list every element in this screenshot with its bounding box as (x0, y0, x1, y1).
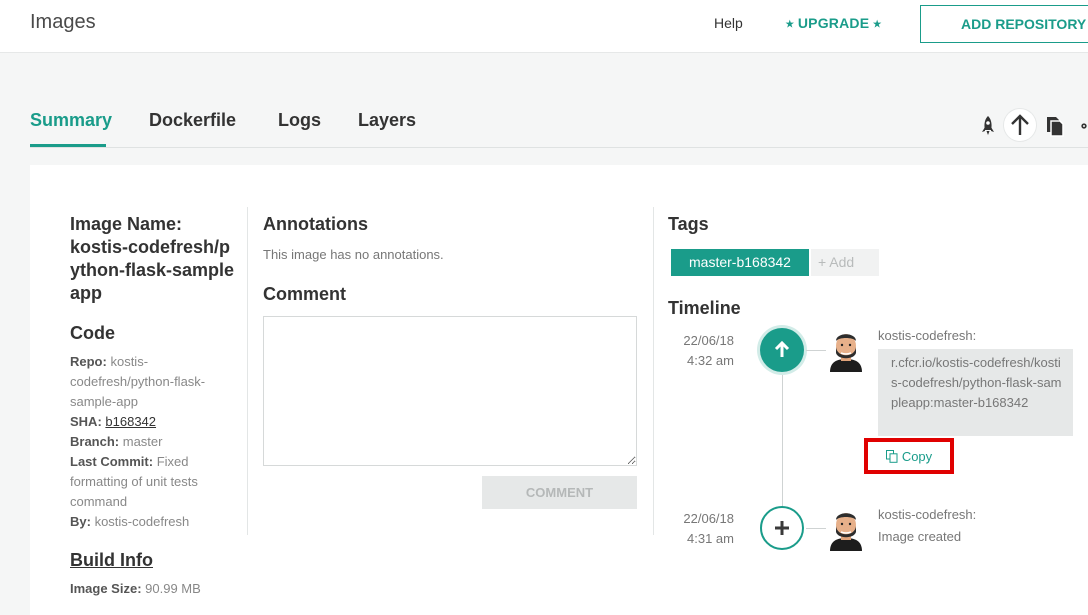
tab-dockerfile[interactable]: Dockerfile (149, 110, 236, 131)
timeline-line (782, 373, 783, 523)
event-user: kostis-codefresh: (878, 507, 977, 522)
code-heading: Code (70, 323, 115, 343)
event-time: 4:32 am (687, 353, 734, 368)
branch-field: Branch: master (70, 432, 238, 452)
image-path: r.cfcr.io/kostis-codefresh/kostis-codefr… (878, 349, 1073, 436)
add-tag-input[interactable]: + Add (811, 249, 879, 276)
plus-icon (760, 506, 804, 550)
copy-button-label: Copy (901, 448, 933, 464)
annotations-empty-text: This image has no annotations. (263, 247, 444, 262)
image-name-label: Image Name: (70, 214, 183, 234)
event-user: kostis-codefresh: (878, 328, 977, 343)
tab-summary[interactable]: Summary (30, 110, 112, 131)
sha-field: SHA: b168342 (70, 412, 238, 432)
tags-heading: Tags (668, 214, 709, 234)
user-avatar (827, 507, 865, 551)
help-link[interactable]: Help (714, 15, 743, 31)
image-size-field: Image Size: 90.99 MB (70, 579, 238, 599)
image-size-value: 90.99 MB (145, 581, 201, 596)
push-event-icon (760, 328, 804, 372)
build-info-heading[interactable]: Build Info (70, 550, 238, 571)
rocket-icon[interactable] (976, 114, 1000, 138)
timeline-connector (806, 350, 826, 351)
summary-card: Image Name: kostis-codefresh/python-flas… (30, 165, 1088, 615)
image-tabs: Summary Dockerfile Logs Layers (30, 96, 1088, 148)
image-name-value: kostis-codefresh/python-flask-sampleapp (70, 237, 235, 303)
event-time: 4:31 am (687, 531, 734, 546)
active-tab-indicator (30, 144, 106, 147)
comment-button[interactable]: COMMENT (482, 476, 637, 509)
last-commit-field: Last Commit: Fixed formatting of unit te… (70, 452, 238, 512)
top-bar: Images Help ⭑ UPGRADE ⭑ ADD REPOSITORY (0, 0, 1088, 53)
sha-link[interactable]: b168342 (105, 414, 156, 429)
by-label: By: (70, 514, 91, 529)
annotations-heading: Annotations (263, 214, 368, 234)
timeline-connector (806, 528, 826, 529)
repo-label: Repo: (70, 354, 107, 369)
event-date: 22/06/18 (683, 333, 734, 348)
repo-field: Repo: kostis-codefresh/python-flask-samp… (70, 352, 238, 412)
comment-textarea[interactable] (263, 316, 637, 466)
timeline-date: 22/06/18 4:31 am (666, 509, 734, 549)
tag-chip[interactable]: master-b168342 (671, 249, 809, 276)
arrow-up-icon[interactable] (1004, 109, 1036, 141)
last-commit-label: Last Commit: (70, 454, 154, 469)
comment-heading: Comment (263, 284, 347, 304)
image-size-label: Image Size: (70, 581, 142, 596)
copy-icon[interactable] (1043, 114, 1067, 138)
tab-logs[interactable]: Logs (278, 110, 321, 131)
user-avatar (827, 328, 865, 372)
copy-button[interactable]: Copy (864, 438, 954, 474)
upgrade-link[interactable]: ⭑ UPGRADE ⭑ (786, 15, 881, 32)
branch-value: master (122, 434, 163, 449)
image-name: Image Name: kostis-codefresh/python-flas… (70, 213, 238, 305)
event-date: 22/06/18 (683, 511, 734, 526)
page-title: Images (30, 11, 96, 33)
by-value: kostis-codefresh (94, 514, 190, 529)
sha-label: SHA: (70, 414, 102, 429)
timeline-heading: Timeline (668, 298, 741, 318)
event-text: Image created (878, 529, 962, 544)
settings-icon[interactable] (1080, 114, 1088, 138)
tab-layers[interactable]: Layers (358, 110, 416, 131)
branch-label: Branch: (70, 434, 120, 449)
by-field: By: kostis-codefresh (70, 512, 238, 532)
copy-icon (885, 449, 898, 463)
column-divider (653, 207, 654, 535)
add-repository-button[interactable]: ADD REPOSITORY (920, 5, 1088, 43)
timeline-date: 22/06/18 4:32 am (666, 331, 734, 371)
image-details: Image Name: kostis-codefresh/python-flas… (70, 213, 238, 599)
column-divider (247, 207, 248, 535)
